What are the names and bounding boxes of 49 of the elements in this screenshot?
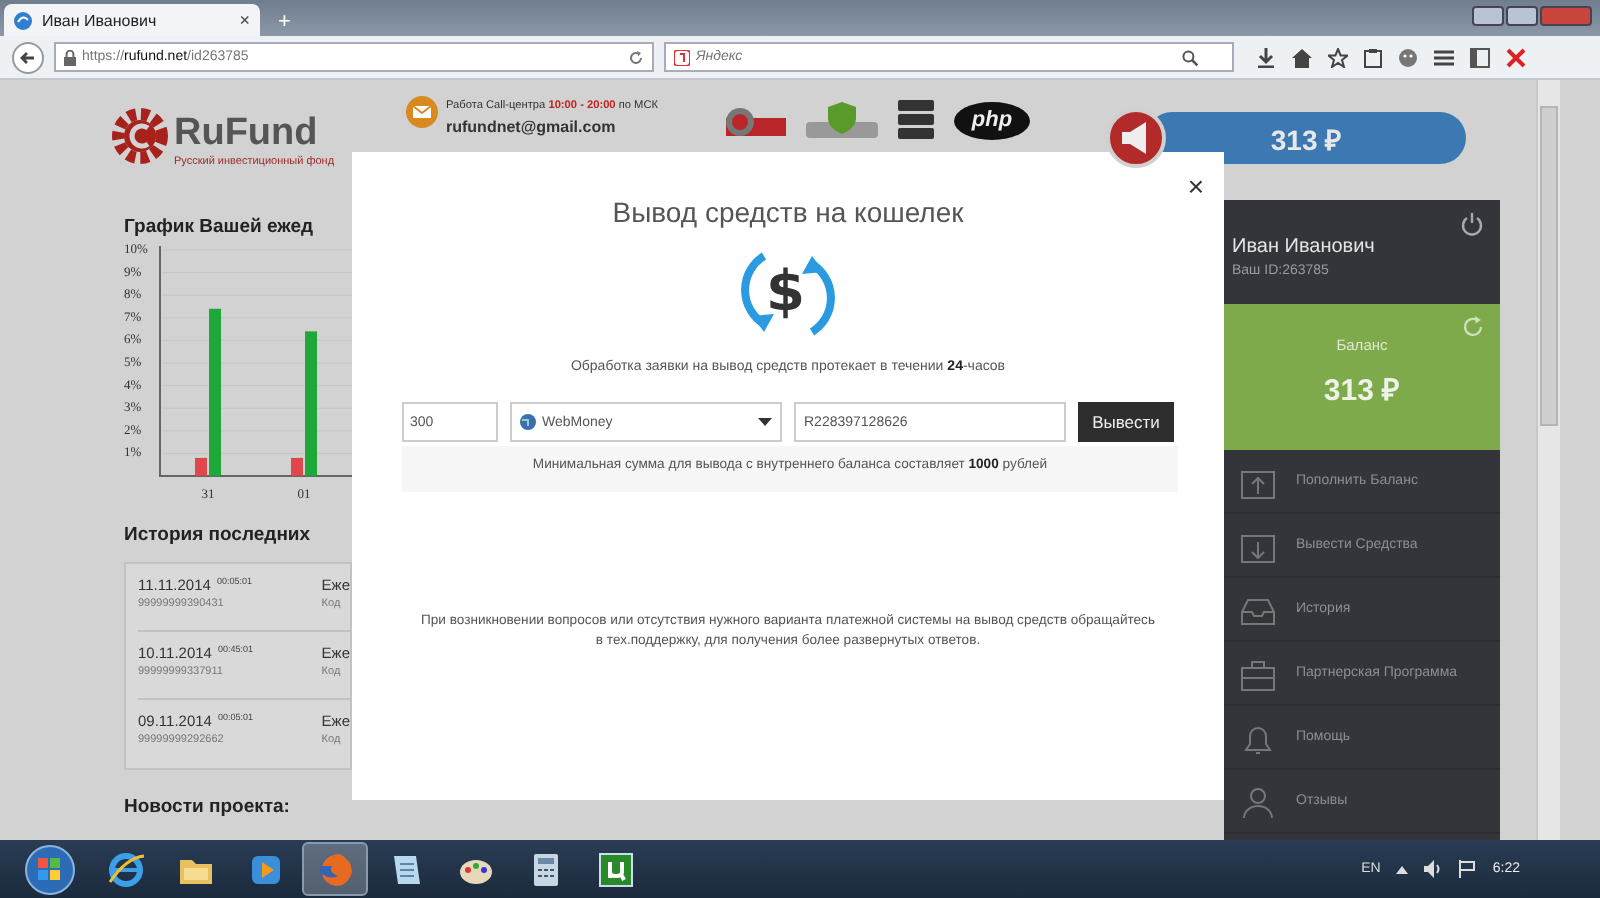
power-icon[interactable]: [1460, 212, 1484, 236]
caret-icon: [758, 418, 772, 426]
flag-icon[interactable]: [1458, 860, 1477, 878]
globe-icon: [14, 11, 32, 29]
browser-tab[interactable]: Иван Иванович ×: [4, 4, 260, 36]
lock-icon: [64, 49, 76, 65]
star-icon[interactable]: [1328, 47, 1348, 67]
email-text: rufundnet@gmail.com: [446, 118, 618, 136]
tab-title: Иван Иванович: [42, 11, 159, 29]
server-icon: [898, 100, 934, 140]
shield-badge-icon: [806, 100, 878, 140]
user-name: Иван Иванович: [1232, 236, 1377, 258]
browser-e-icon: [105, 849, 145, 889]
speaker-icon[interactable]: [1424, 860, 1443, 878]
circular-arrows-icon: [740, 248, 836, 340]
globe-icon: [520, 414, 536, 430]
smiley-icon[interactable]: [1398, 47, 1418, 67]
php-logo: php: [954, 101, 1030, 139]
briefcase-icon: [1240, 655, 1276, 691]
withdraw-button[interactable]: Вывести: [1078, 402, 1174, 442]
extension-icon[interactable]: [1506, 47, 1526, 67]
start-button[interactable]: [24, 843, 76, 895]
scrollbar[interactable]: [1536, 80, 1560, 840]
fox-globe-icon: [315, 849, 355, 889]
clipboard-icon[interactable]: [1364, 47, 1382, 67]
mu-letter-icon: [595, 849, 635, 889]
menu-icon[interactable]: [1434, 47, 1454, 67]
search-icon[interactable]: [1182, 49, 1198, 65]
minimize-button[interactable]: [1472, 6, 1504, 26]
up-arrow-icon[interactable]: [1396, 865, 1409, 873]
person-icon: [1240, 783, 1276, 819]
maximize-button[interactable]: [1506, 6, 1538, 26]
dialog-title: Вывод средств на кошелек: [612, 196, 964, 228]
logo-text: RuFund: [174, 112, 320, 155]
reload-icon[interactable]: [628, 49, 644, 65]
search-engine-icon: [674, 49, 690, 65]
chart-title: График Вашей ежед: [124, 216, 316, 238]
dollar-sign: $: [766, 260, 805, 324]
close-button[interactable]: ×: [1187, 172, 1204, 200]
balance-amount: 313 ₽: [1323, 372, 1401, 408]
sidebar-icon[interactable]: [1470, 47, 1490, 67]
mail-icon: [406, 96, 438, 128]
download-icon[interactable]: [1256, 47, 1276, 67]
close-icon[interactable]: ×: [239, 10, 250, 30]
section-title: Новости проекта:: [124, 796, 292, 818]
home-icon[interactable]: [1292, 47, 1312, 67]
scrollbar-thumb[interactable]: [1540, 106, 1558, 426]
section-title: История последних: [124, 524, 313, 546]
back-icon[interactable]: [12, 41, 44, 73]
